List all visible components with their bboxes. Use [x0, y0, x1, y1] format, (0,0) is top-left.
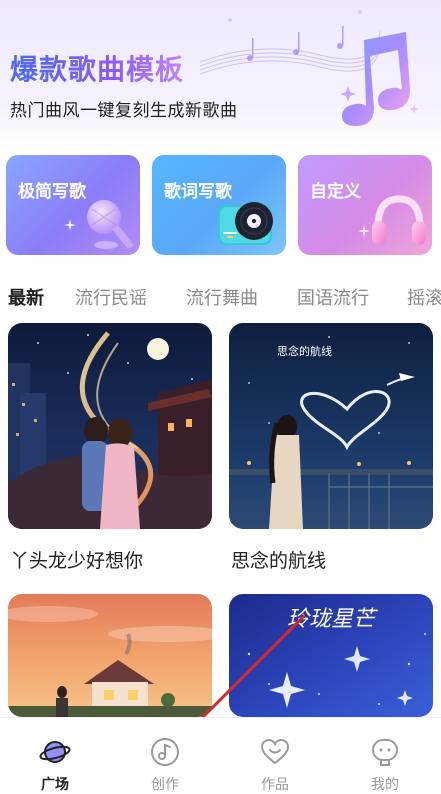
song-cover-image: 思念的航线 [229, 323, 433, 529]
lyrics-songwriting-card[interactable]: 歌词写歌 [152, 155, 286, 255]
custom-card[interactable]: 自定义 [298, 155, 432, 255]
nav-label: 作品 [261, 777, 289, 793]
card-label: 极简写歌 [18, 182, 86, 202]
heart-icon [260, 738, 290, 765]
feature-cards: 极简写歌 歌词写歌 自定义 [6, 155, 436, 255]
music-note-icon [151, 738, 179, 766]
category-tabs: 最新 流行民谣 流行舞曲 国语流行 摇滚 [0, 278, 441, 314]
planet-icon [39, 741, 71, 763]
hero-subtitle: 热门曲风一键复刻生成新歌曲 [10, 101, 238, 121]
song-card[interactable]: 玲珑星芒 [229, 594, 433, 717]
song-cover-image [8, 594, 212, 717]
microphone-icon [87, 200, 134, 249]
sparkle-icon [64, 219, 76, 231]
song-card[interactable] [8, 323, 212, 529]
nav-create[interactable]: 创作 [110, 718, 220, 794]
nav-label: 广场 [41, 777, 69, 793]
song-cover-image: 玲珑星芒 [229, 594, 433, 717]
nav-label: 创作 [151, 777, 179, 793]
profile-icon [372, 739, 398, 766]
nav-mine[interactable]: 我的 [330, 718, 440, 794]
card-label: 自定义 [310, 182, 361, 202]
song-card[interactable]: 思念的航线 [229, 323, 433, 529]
song-cover-image [8, 323, 212, 529]
tab-pop-folk[interactable]: 流行民谣 [75, 284, 147, 310]
sparkle-icon [358, 225, 370, 237]
nav-square[interactable]: 广场 [0, 718, 110, 794]
hero-banner: 爆款歌曲模板 热门曲风一键复刻生成新歌曲 [0, 0, 441, 150]
nav-works[interactable]: 作品 [220, 718, 330, 794]
tab-rock[interactable]: 摇滚 [407, 284, 441, 310]
hero-title: 爆款歌曲模板 [10, 48, 184, 88]
cover-text: 玲珑星芒 [287, 607, 378, 632]
tab-mandarin-pop[interactable]: 国语流行 [297, 284, 369, 310]
bottom-navigation: 广场 创作 作品 我的 [0, 717, 441, 794]
headphones-icon [372, 195, 426, 245]
nav-label: 我的 [371, 777, 399, 793]
simple-songwriting-card[interactable]: 极简写歌 [6, 155, 140, 255]
song-title[interactable]: 思念的航线 [231, 546, 326, 573]
tab-pop-dance[interactable]: 流行舞曲 [186, 284, 258, 310]
tab-latest[interactable]: 最新 [8, 284, 44, 310]
vinyl-record-icon [218, 202, 273, 245]
cover-text: 思念的航线 [277, 344, 332, 358]
music-note-icon [340, 32, 419, 126]
song-card[interactable] [8, 594, 212, 717]
song-title[interactable]: 丫头龙少好想你 [10, 546, 143, 573]
